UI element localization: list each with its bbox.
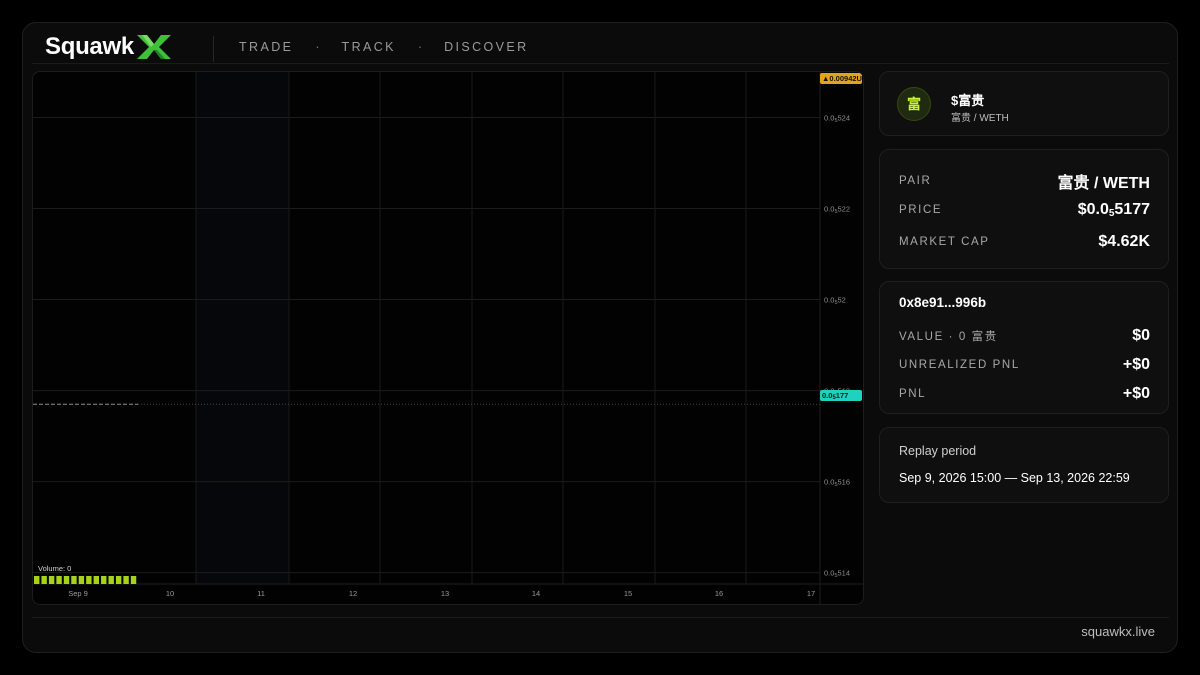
unrealized-pnl-label: UNREALIZED PNL: [899, 359, 1020, 371]
chart-y-tick-label: 0.05514: [824, 569, 850, 580]
replay-title: Replay period: [899, 444, 977, 458]
pair-label: PAIR: [899, 175, 932, 187]
chart-x-tick-label: 15: [624, 589, 632, 598]
market-info-card: PAIR 富贵 / WETH PRICE $0.055177 MARKET CA…: [879, 149, 1169, 269]
volume-bar: [78, 576, 85, 584]
current-price-tag-suffix: 177: [835, 391, 849, 400]
footer-link[interactable]: squawkx.live: [1081, 624, 1155, 639]
high-price-tag: ▲0.00942U: [820, 73, 862, 84]
price-chart[interactable]: 0.055240.055220.05520.055180.055160.0551…: [32, 71, 864, 605]
volume-label: Volume: 0: [38, 564, 72, 573]
logo[interactable]: Squawk: [45, 33, 173, 61]
unrealized-pnl-value: +$0: [1122, 356, 1150, 373]
nav-separator: ·: [315, 40, 320, 54]
market-cap-row: MARKET CAP $4.62K: [899, 233, 1150, 251]
chart-y-tick-label: 0.05524: [824, 114, 850, 125]
current-price-tag: 0.05177: [820, 390, 862, 401]
token-avatar: 富: [897, 87, 931, 121]
market-cap-value: $4.62K: [1098, 233, 1150, 250]
volume-bar: [130, 576, 137, 584]
volume-bar: [34, 576, 40, 584]
chart-x-tick-label: 12: [349, 589, 357, 598]
price-row: PRICE $0.055177: [899, 201, 1150, 219]
volume-bar: [93, 576, 99, 584]
current-price-tag-prefix: 0.0: [822, 391, 833, 400]
replay-card: Replay period Sep 9, 2026 15:00 — Sep 13…: [879, 427, 1169, 503]
nav-trade[interactable]: TRADE: [239, 40, 293, 54]
position-card: 0x8e91...996b VALUE · 0 富贵 $0 UNREALIZED…: [879, 281, 1169, 414]
wallet-address[interactable]: 0x8e91...996b: [899, 295, 986, 310]
pnl-row: PNL +$0: [899, 385, 1150, 403]
chart-x-tick-label: 11: [257, 589, 265, 598]
chart-y-tick-label: 0.0552: [824, 296, 846, 307]
volume-bar: [63, 576, 70, 584]
price-label: PRICE: [899, 204, 943, 216]
chart-x-tick-label: 16: [715, 589, 723, 598]
unrealized-pnl-row: UNREALIZED PNL +$0: [899, 356, 1150, 374]
volume-bar: [86, 576, 92, 584]
value-label: VALUE · 0 富贵: [899, 331, 998, 343]
nav-track[interactable]: TRACK: [342, 40, 396, 54]
volume-bar: [48, 576, 55, 584]
chart-x-tick-label: 17: [807, 589, 815, 598]
pnl-label: PNL: [899, 388, 927, 400]
price-prefix: $0.0: [1077, 201, 1109, 218]
main-nav: TRADE · TRACK · DISCOVER: [239, 40, 529, 54]
volume-bar: [56, 576, 62, 584]
token-card: 富 $富贵 富贵 / WETH: [879, 71, 1169, 136]
chart-y-tick-label: 0.05516: [824, 478, 850, 489]
pair-value: 富贵 / WETH: [1057, 175, 1150, 192]
chart-x-tick-label: Sep 9: [68, 589, 88, 598]
nav-discover[interactable]: DISCOVER: [444, 40, 529, 54]
chart-shade-band: [196, 72, 289, 584]
footer-rule: [32, 617, 1169, 618]
app-frame: Squawk TRADE · TRACK · DISCOVER 0.05524 0…: [22, 22, 1178, 653]
volume-bar: [123, 576, 129, 584]
value-amount: $0: [1132, 327, 1150, 344]
volume-bar: [71, 576, 77, 584]
chart-y-tick-label: 0.05522: [824, 205, 850, 216]
nav-separator: ·: [417, 40, 423, 54]
chart-x-tick-label: 14: [532, 589, 540, 598]
logo-x-mark: [136, 35, 171, 59]
pair-row: PAIR 富贵 / WETH: [899, 169, 1150, 193]
token-pair: 富贵 / WETH: [951, 113, 1009, 124]
chart-x-tick-label: 13: [441, 589, 449, 598]
price-suffix: 5177: [1114, 201, 1150, 218]
volume-bar: [108, 576, 114, 584]
price-value: $0.055177: [1078, 201, 1150, 219]
header-rule: [32, 63, 1169, 64]
value-row: VALUE · 0 富贵 $0: [899, 327, 1150, 345]
replay-range: Sep 9, 2026 15:00 — Sep 13, 2026 22:59: [899, 471, 1130, 485]
volume-bar: [115, 576, 122, 584]
logo-text: Squawk: [45, 33, 134, 60]
header: Squawk TRADE · TRACK · DISCOVER: [23, 23, 1177, 63]
chart-x-tick-label: 10: [166, 589, 174, 598]
chart-canvas[interactable]: 0.055240.055220.05520.055180.055160.0551…: [33, 72, 864, 605]
header-divider: [213, 36, 214, 62]
market-cap-label: MARKET CAP: [899, 236, 990, 248]
token-name: $富贵: [951, 93, 985, 108]
volume-bar: [101, 576, 107, 584]
pnl-value: +$0: [1122, 385, 1150, 402]
volume-bar: [41, 576, 47, 584]
